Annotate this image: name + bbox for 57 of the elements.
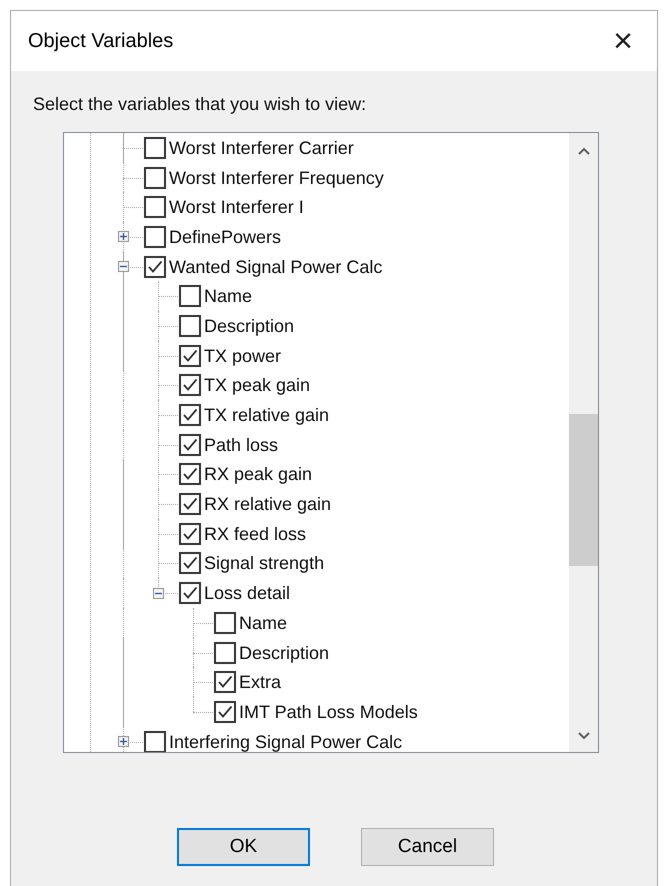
checkbox[interactable] [144, 226, 166, 248]
expand-toggle[interactable] [118, 736, 129, 748]
checkbox[interactable] [144, 136, 166, 159]
cancel-button[interactable]: Cancel [361, 828, 494, 866]
checkbox[interactable] [179, 314, 201, 337]
item-label[interactable]: Description [239, 644, 330, 662]
checkbox[interactable] [214, 700, 236, 723]
checkbox[interactable] [179, 522, 201, 545]
checkbox[interactable] [179, 434, 201, 456]
checkbox[interactable] [179, 374, 201, 396]
item-label[interactable]: Extra [239, 673, 282, 692]
ok-button[interactable]: OK [177, 828, 310, 866]
item-label[interactable]: Worst Interferer Frequency [169, 168, 384, 187]
item-label[interactable]: IMT Path Loss Models [239, 702, 418, 721]
item-label[interactable]: Worst Interferer Carrier [169, 138, 354, 157]
scrollbar[interactable] [569, 133, 598, 752]
item-label[interactable]: Loss detail [204, 584, 290, 602]
item-label[interactable]: TX relative gain [204, 406, 330, 424]
item-label[interactable]: Worst Interferer I [169, 198, 304, 216]
item-label[interactable]: Interfering Signal Power Calc [169, 732, 402, 751]
checkbox[interactable] [144, 166, 166, 189]
plus-icon [120, 738, 127, 746]
checkbox[interactable] [179, 552, 201, 574]
item-label[interactable]: Name [204, 287, 252, 306]
item-label[interactable]: RX relative gain [204, 495, 332, 514]
expand-toggle[interactable] [153, 588, 164, 599]
checkbox[interactable] [179, 344, 201, 367]
plus-icon [120, 233, 127, 240]
checkbox[interactable] [214, 642, 236, 664]
checkbox[interactable] [214, 671, 236, 694]
close-button[interactable]: × [603, 21, 643, 61]
window-title: Object Variables [28, 29, 174, 54]
item-label[interactable]: Name [239, 614, 288, 632]
checkbox[interactable] [144, 196, 166, 218]
checkbox[interactable] [179, 463, 201, 486]
checkbox[interactable] [144, 256, 166, 278]
prompt-text: Select the variables that you wish to view: [33, 94, 366, 114]
item-label[interactable]: Description [204, 316, 294, 335]
expand-toggle[interactable] [118, 261, 129, 272]
checkbox[interactable] [144, 730, 166, 752]
expand-toggle[interactable] [118, 231, 129, 242]
scroll-down-icon[interactable] [578, 732, 590, 740]
checkbox[interactable] [179, 493, 201, 516]
item-label[interactable]: Wanted Signal Power Calc [169, 258, 382, 276]
item-label[interactable]: RX peak gain [204, 465, 312, 484]
checkbox[interactable] [214, 612, 236, 634]
checkbox[interactable] [179, 582, 201, 604]
checkbox[interactable] [179, 285, 201, 308]
item-label[interactable]: RX feed loss [204, 524, 306, 543]
scroll-thumb[interactable] [569, 414, 598, 566]
item-label[interactable]: Path loss [204, 436, 278, 454]
item-label[interactable]: DefinePowers [169, 228, 282, 246]
item-label[interactable]: TX peak gain [204, 376, 310, 394]
scroll-up-icon[interactable] [578, 147, 590, 155]
checkbox[interactable] [179, 404, 201, 426]
item-label[interactable]: TX power [204, 346, 282, 365]
item-label[interactable]: Signal strength [204, 554, 324, 572]
